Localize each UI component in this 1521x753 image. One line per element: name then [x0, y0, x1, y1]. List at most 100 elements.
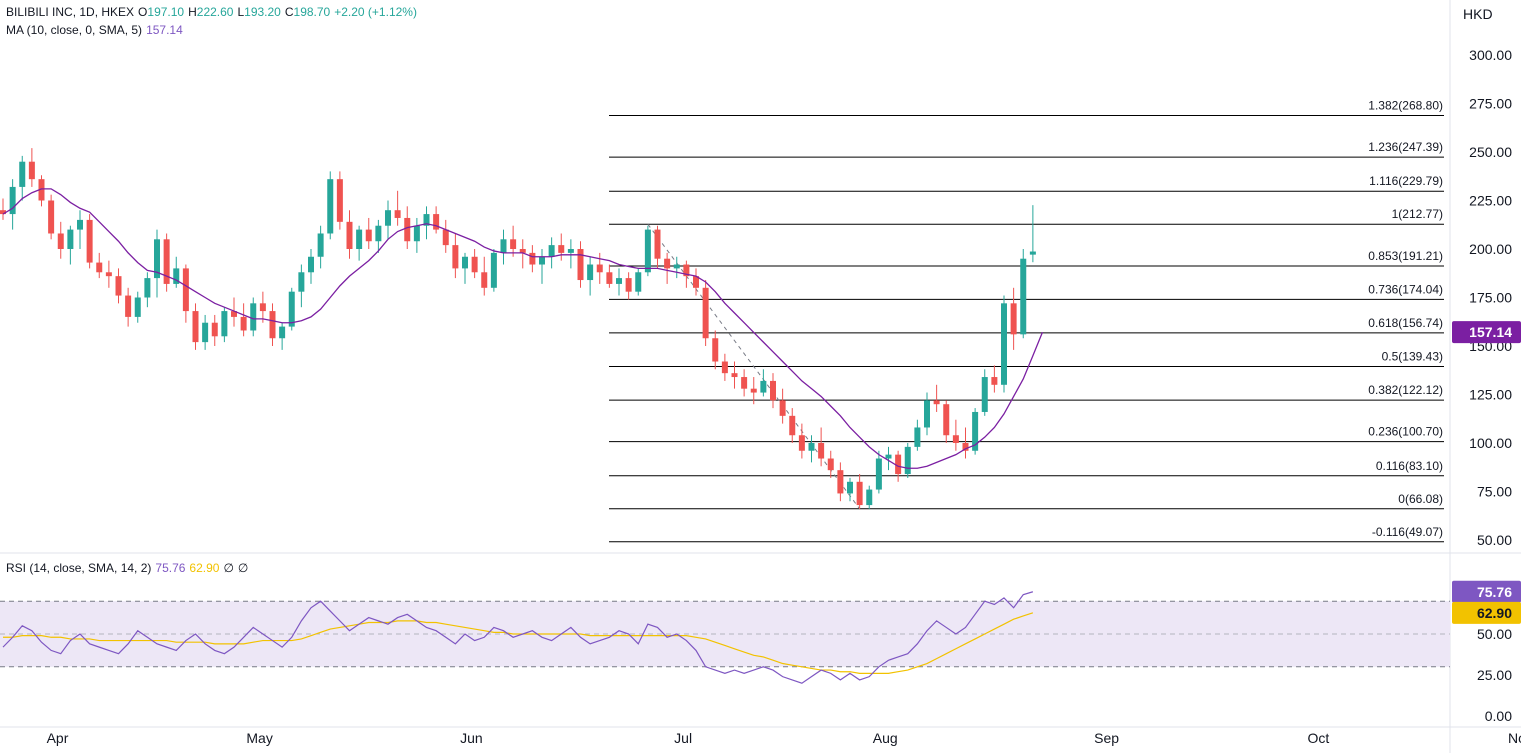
candle-body	[808, 443, 815, 451]
candle-body	[365, 229, 372, 242]
candle-body	[48, 200, 55, 234]
price-tick-label: 50.00	[1477, 532, 1512, 548]
candle	[365, 217, 372, 249]
candle-body	[462, 256, 468, 269]
candle	[529, 245, 536, 273]
ma-legend[interactable]: MA (10, close, 0, SMA, 5) 157.14	[6, 22, 187, 38]
price-badges: 157.14 75.76 62.90	[1452, 321, 1521, 624]
fib-level-label: 1.382(268.80)	[1368, 99, 1443, 113]
fib-level-label: 0.5(139.43)	[1382, 350, 1443, 364]
candle	[798, 423, 805, 459]
candle-body	[616, 278, 622, 284]
candle	[308, 249, 314, 284]
candle-body	[404, 217, 411, 242]
candle	[96, 252, 103, 279]
candle-body	[57, 233, 64, 249]
price-tick-label: 200.00	[1469, 241, 1512, 257]
candle-body	[789, 415, 796, 436]
candle-body	[1020, 258, 1027, 335]
candle-body	[991, 377, 998, 385]
candle-body	[356, 229, 363, 249]
candle-body	[67, 229, 74, 249]
fib-level-label: 1.236(247.39)	[1368, 140, 1443, 154]
moving-average-line[interactable]	[2, 188, 1044, 469]
candle	[269, 303, 276, 346]
rsi-legend-value: 75.76	[155, 561, 186, 575]
candle	[336, 171, 343, 230]
rsi-extra-1: ∅	[223, 561, 234, 575]
candle-body	[654, 229, 661, 259]
price-tick-label: 125.00	[1469, 387, 1512, 403]
price-tick-label: 275.00	[1469, 96, 1512, 112]
candle-body	[818, 443, 825, 459]
candle-body	[259, 303, 266, 312]
candle	[654, 225, 661, 269]
candle	[827, 450, 834, 478]
candle	[500, 229, 507, 265]
candle-body	[1010, 303, 1017, 335]
candle-body	[182, 268, 189, 312]
candle	[356, 225, 363, 261]
rsi-band	[0, 600, 1450, 668]
candle-body	[269, 311, 276, 339]
candle	[558, 233, 565, 261]
candle	[77, 210, 83, 249]
candlestick-series[interactable]	[0, 148, 1036, 509]
candle-body	[914, 427, 921, 447]
price-tick-label: 250.00	[1469, 144, 1512, 160]
candle-body	[827, 458, 834, 471]
time-tick-label: Apr	[47, 730, 69, 746]
candle	[192, 303, 199, 350]
candle	[413, 217, 420, 253]
candle-body	[1001, 303, 1007, 385]
candle	[741, 369, 748, 397]
candle	[567, 239, 574, 269]
candle	[211, 314, 218, 346]
candle	[442, 219, 449, 253]
candle	[789, 408, 796, 443]
candle-body	[19, 161, 26, 187]
rsi-legend[interactable]: RSI (14, close, SMA, 14, 2) 75.76 62.90 ∅ ∅	[6, 560, 252, 576]
candle	[317, 225, 324, 269]
candle-body	[510, 239, 517, 249]
candle	[105, 260, 112, 288]
price-tick-label: 100.00	[1469, 435, 1512, 451]
candle	[770, 373, 776, 409]
fib-level-label: 0.736(174.04)	[1368, 282, 1443, 296]
change-value: +2.20 (+1.12%)	[334, 5, 417, 19]
candle	[702, 280, 709, 346]
fib-level-label: 1(212.77)	[1392, 207, 1443, 221]
candle	[1020, 249, 1027, 339]
candle-body	[250, 303, 257, 331]
candle-body	[635, 272, 642, 292]
candle	[452, 233, 459, 279]
fib-level-label: 0.382(122.12)	[1368, 383, 1443, 397]
candle-body	[211, 322, 218, 337]
time-tick-label: Jul	[674, 730, 692, 746]
candle	[712, 330, 719, 370]
candle-body	[644, 229, 651, 273]
candle-body	[539, 256, 545, 265]
candle-body	[529, 252, 536, 265]
symbol-label[interactable]: BILIBILI INC, 1D, HKEX	[6, 5, 134, 19]
high-value: 222.60	[196, 5, 234, 19]
candle	[962, 427, 969, 459]
chart-canvas[interactable]: 1.382(268.80) 1.236(247.39) 1.116(229.79) 1…	[0, 0, 1521, 753]
candle	[163, 233, 170, 292]
candle	[875, 450, 882, 494]
candle-body	[577, 249, 584, 281]
value-badge-label: 75.76	[1477, 584, 1512, 600]
candle	[1029, 205, 1036, 263]
candle	[279, 322, 286, 350]
candle	[731, 361, 738, 389]
value-badge-label: 62.90	[1477, 605, 1512, 621]
candle	[616, 268, 622, 296]
fibonacci-retracement[interactable]: 1.382(268.80) 1.236(247.39) 1.116(229.79) 1…	[609, 99, 1444, 543]
candle-body	[125, 295, 132, 317]
candle	[327, 171, 334, 240]
candle	[981, 369, 988, 416]
candle	[433, 206, 440, 234]
candle	[298, 264, 305, 308]
candle	[606, 264, 613, 288]
candle	[28, 148, 35, 187]
